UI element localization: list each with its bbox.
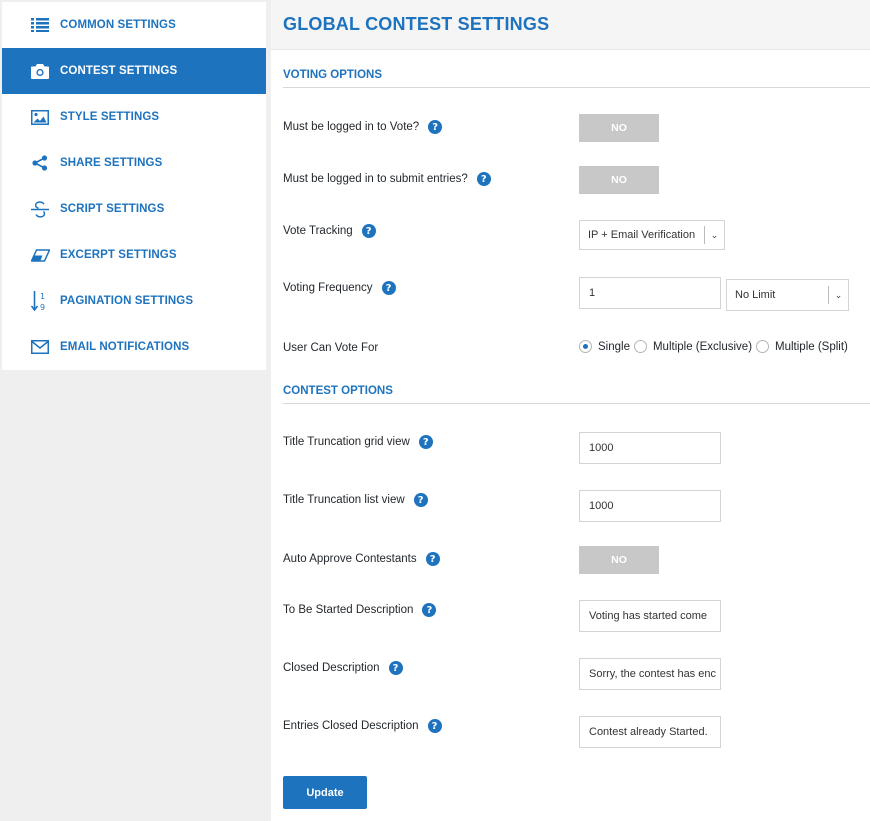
title-list-row: Title Truncation list view ? 1000 [283, 490, 870, 522]
sidebar-item-style-settings[interactable]: STYLE SETTINGS [2, 94, 266, 140]
main-panel: GLOBAL CONTEST SETTINGS VOTING OPTIONS M… [271, 0, 870, 821]
sidebar-item-label: EXCERPT SETTINGS [60, 249, 177, 261]
auto-approve-row: Auto Approve Contestants ? NO [283, 546, 870, 574]
vote-mode-radio-group: Single Multiple (Exclusive) Multiple (Sp… [579, 340, 852, 353]
voting-frequency-input[interactable]: 1 [579, 277, 721, 309]
camera-icon [29, 60, 51, 82]
sidebar-item-email-notifications[interactable]: EMAIL NOTIFICATIONS [2, 324, 266, 370]
help-icon[interactable]: ? [422, 603, 437, 617]
to-be-started-row: To Be Started Description ? Voting has s… [283, 600, 870, 632]
sort-numeric-icon: 19 [29, 290, 51, 312]
help-icon[interactable]: ? [388, 661, 403, 675]
voting-frequency-limit-select[interactable]: No Limit ⌄ [726, 279, 849, 311]
auto-approve-label: Auto Approve Contestants [283, 553, 417, 565]
sidebar-item-label: CONTEST SETTINGS [60, 65, 178, 77]
title-grid-row: Title Truncation grid view ? 1000 [283, 432, 870, 464]
sidebar-item-label: SCRIPT SETTINGS [60, 203, 165, 215]
help-icon[interactable]: ? [361, 224, 376, 238]
help-icon[interactable]: ? [427, 719, 442, 733]
radio-circle [756, 340, 770, 353]
chevron-down-icon: ⌄ [828, 286, 848, 304]
help-icon[interactable]: ? [413, 493, 428, 507]
entries-closed-label: Entries Closed Description [283, 720, 419, 732]
title-grid-input[interactable]: 1000 [579, 432, 721, 464]
login-to-vote-toggle[interactable]: NO [579, 114, 659, 142]
closed-description-row: Closed Description ? Sorry, the contest … [283, 658, 870, 690]
radio-single[interactable]: Single [579, 340, 630, 353]
login-to-submit-row: Must be logged in to submit entries? ? N… [283, 166, 870, 194]
to-be-started-input[interactable]: Voting has started come [579, 600, 721, 632]
update-button[interactable]: Update [283, 776, 367, 809]
voting-frequency-limit-value: No Limit [735, 289, 776, 301]
list-icon [29, 14, 51, 36]
title-list-input[interactable]: 1000 [579, 490, 721, 522]
section-divider [283, 87, 870, 88]
vote-tracking-value: IP + Email Verification [588, 229, 696, 241]
radio-circle [579, 340, 592, 353]
contest-options-heading: CONTEST OPTIONS [283, 385, 393, 397]
sidebar-item-label: STYLE SETTINGS [60, 111, 160, 123]
help-icon[interactable]: ? [381, 281, 396, 295]
page-header: GLOBAL CONTEST SETTINGS [271, 0, 870, 50]
voting-options-heading: VOTING OPTIONS [283, 69, 383, 81]
title-list-label: Title Truncation list view [283, 494, 405, 506]
entries-closed-input[interactable]: Contest already Started. [579, 716, 721, 748]
sidebar-item-label: PAGINATION SETTINGS [60, 295, 194, 307]
login-to-vote-label: Must be logged in to Vote? [283, 121, 420, 133]
sidebar-item-pagination-settings[interactable]: 19 PAGINATION SETTINGS [2, 278, 266, 324]
svg-text:1: 1 [40, 292, 45, 301]
help-icon[interactable]: ? [418, 435, 433, 449]
svg-text:9: 9 [40, 303, 45, 312]
closed-description-input[interactable]: Sorry, the contest has enc [579, 658, 721, 690]
auto-approve-toggle[interactable]: NO [579, 546, 659, 574]
share-icon [29, 152, 51, 174]
voting-frequency-label: Voting Frequency [283, 282, 373, 294]
sidebar-item-label: SHARE SETTINGS [60, 157, 163, 169]
user-can-vote-label: User Can Vote For [283, 342, 379, 354]
chevron-down-icon: ⌄ [704, 226, 724, 244]
vote-tracking-row: Vote Tracking ? IP + Email Verification … [283, 220, 870, 250]
radio-label: Multiple (Split) [775, 340, 848, 353]
sidebar-item-excerpt-settings[interactable]: EXCERPT SETTINGS [2, 232, 266, 278]
sidebar-item-contest-settings[interactable]: CONTEST SETTINGS [2, 48, 266, 94]
help-icon[interactable]: ? [428, 120, 443, 134]
help-icon[interactable]: ? [425, 552, 440, 566]
image-icon [29, 106, 51, 128]
sidebar-item-label: COMMON SETTINGS [60, 19, 176, 31]
envelope-icon [29, 336, 51, 358]
title-grid-label: Title Truncation grid view [283, 436, 410, 448]
vote-tracking-select[interactable]: IP + Email Verification ⌄ [579, 220, 725, 250]
strikethrough-icon [29, 198, 51, 220]
radio-label: Single [598, 340, 630, 353]
help-icon[interactable]: ? [476, 172, 491, 186]
eraser-icon [29, 244, 51, 266]
radio-label: Multiple (Exclusive) [652, 340, 753, 353]
sidebar-item-script-settings[interactable]: SCRIPT SETTINGS [2, 186, 266, 232]
radio-multiple-exclusive[interactable]: Multiple (Exclusive) [633, 340, 753, 353]
vote-tracking-label: Vote Tracking [283, 225, 353, 237]
sidebar-item-label: EMAIL NOTIFICATIONS [60, 341, 190, 353]
voting-frequency-row: Voting Frequency ? 1 No Limit ⌄ [283, 277, 870, 311]
entries-closed-row: Entries Closed Description ? Contest alr… [283, 716, 870, 748]
section-divider [283, 403, 870, 404]
radio-multiple-split[interactable]: Multiple (Split) [756, 340, 848, 353]
user-can-vote-row: User Can Vote For Single Multiple (Exclu… [283, 340, 870, 358]
settings-sidebar: COMMON SETTINGS CONTEST SETTINGS STYLE S… [2, 2, 266, 370]
sidebar-item-common-settings[interactable]: COMMON SETTINGS [2, 2, 266, 48]
login-to-submit-label: Must be logged in to submit entries? [283, 173, 468, 185]
login-to-vote-row: Must be logged in to Vote? ? NO [283, 114, 870, 142]
login-to-submit-toggle[interactable]: NO [579, 166, 659, 194]
closed-description-label: Closed Description [283, 662, 380, 674]
to-be-started-label: To Be Started Description [283, 604, 414, 616]
sidebar-item-share-settings[interactable]: SHARE SETTINGS [2, 140, 266, 186]
radio-circle [633, 340, 647, 353]
page-title: GLOBAL CONTEST SETTINGS [283, 14, 550, 34]
